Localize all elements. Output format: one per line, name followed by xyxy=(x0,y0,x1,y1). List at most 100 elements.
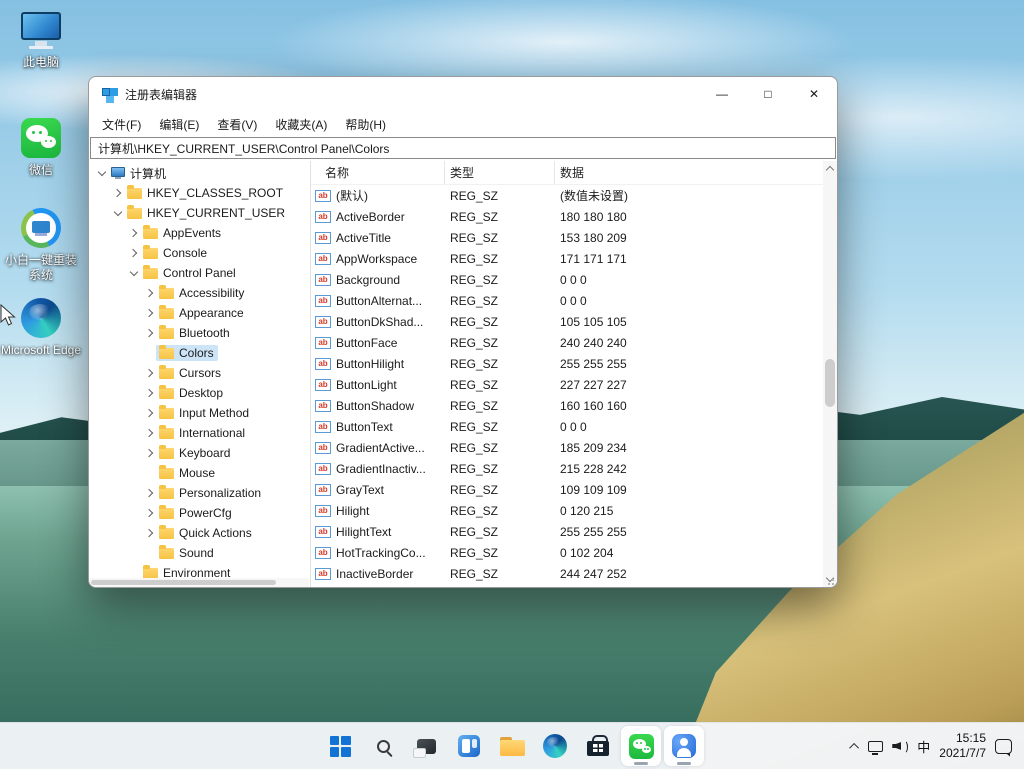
column-header-name[interactable]: 名称 xyxy=(311,161,445,184)
registry-value-row-gradientinactiv[interactable]: abGradientInactiv...REG_SZ215 228 242 xyxy=(311,458,823,479)
chevron-right-icon[interactable] xyxy=(111,190,124,196)
chevron-right-icon[interactable] xyxy=(143,390,156,396)
registry-value-row-hilight[interactable]: abHilightREG_SZ0 120 215 xyxy=(311,500,823,521)
registry-value-row-gradientactive[interactable]: abGradientActive...REG_SZ185 209 234 xyxy=(311,437,823,458)
chevron-right-icon[interactable] xyxy=(143,290,156,296)
title-bar[interactable]: 注册表编辑器 — □ ✕ xyxy=(89,77,837,111)
tree-item-hkey-current-user[interactable]: HKEY_CURRENT_USER xyxy=(89,203,310,223)
desktop-icon-label: 微信 xyxy=(0,163,82,178)
start-button[interactable] xyxy=(320,726,360,766)
tree-item-control-panel[interactable]: Control Panel xyxy=(89,263,310,283)
registry-value-row-background[interactable]: abBackgroundREG_SZ0 0 0 xyxy=(311,269,823,290)
chevron-right-icon[interactable] xyxy=(127,230,140,236)
chevron-down-icon[interactable] xyxy=(127,272,140,275)
registry-value-row-hottrackingco[interactable]: abHotTrackingCo...REG_SZ0 102 204 xyxy=(311,542,823,563)
registry-value-row-buttondkshad[interactable]: abButtonDkShad...REG_SZ105 105 105 xyxy=(311,311,823,332)
chevron-right-icon[interactable] xyxy=(143,490,156,496)
hidden-icons-chevron-icon[interactable] xyxy=(849,742,859,752)
chevron-down-icon[interactable] xyxy=(111,212,124,215)
tree-item-sound[interactable]: Sound xyxy=(89,543,310,563)
value-data: 240 240 240 xyxy=(555,336,823,350)
column-header-data[interactable]: 数据 xyxy=(555,161,823,184)
tree-item-hkey-classes-root[interactable]: HKEY_CLASSES_ROOT xyxy=(89,183,310,203)
resize-grip[interactable] xyxy=(824,575,834,585)
task-view-button[interactable] xyxy=(406,726,446,766)
vertical-scrollbar[interactable] xyxy=(823,161,837,587)
tree-item-node[interactable]: 计算机 xyxy=(89,163,310,183)
tree-item-appearance[interactable]: Appearance xyxy=(89,303,310,323)
volume-icon[interactable] xyxy=(892,739,908,753)
search-button[interactable] xyxy=(363,726,403,766)
notification-center-icon[interactable] xyxy=(995,739,1012,754)
wechat-button[interactable] xyxy=(621,726,661,766)
tree-item-appevents[interactable]: AppEvents xyxy=(89,223,310,243)
registry-value-row-activeborder[interactable]: abActiveBorderREG_SZ180 180 180 xyxy=(311,206,823,227)
tree-item-desktop[interactable]: Desktop xyxy=(89,383,310,403)
registry-value-row-node[interactable]: ab(默认)REG_SZ(数值未设置) xyxy=(311,185,823,206)
registry-value-row-buttonlight[interactable]: abButtonLightREG_SZ227 227 227 xyxy=(311,374,823,395)
network-icon[interactable] xyxy=(868,741,883,752)
store-button[interactable] xyxy=(578,726,618,766)
registry-value-row-appworkspace[interactable]: abAppWorkspaceREG_SZ171 171 171 xyxy=(311,248,823,269)
registry-value-row-hilighttext[interactable]: abHilightTextREG_SZ255 255 255 xyxy=(311,521,823,542)
ime-indicator[interactable]: 中 xyxy=(917,737,930,756)
tree-item-accessibility[interactable]: Accessibility xyxy=(89,283,310,303)
registry-value-row-buttonface[interactable]: abButtonFaceREG_SZ240 240 240 xyxy=(311,332,823,353)
tree-item-quick-actions[interactable]: Quick Actions xyxy=(89,523,310,543)
chevron-right-icon[interactable] xyxy=(143,370,156,376)
column-header-type[interactable]: 类型 xyxy=(445,161,555,184)
chevron-right-icon[interactable] xyxy=(143,450,156,456)
chevron-right-icon[interactable] xyxy=(143,310,156,316)
tree-item-international[interactable]: International xyxy=(89,423,310,443)
chevron-right-icon[interactable] xyxy=(127,250,140,256)
registry-value-row-inactiveborder[interactable]: abInactiveBorderREG_SZ244 247 252 xyxy=(311,563,823,584)
chevron-down-icon[interactable] xyxy=(95,172,108,175)
tree-item-input-method[interactable]: Input Method xyxy=(89,403,310,423)
registry-value-row-graytext[interactable]: abGrayTextREG_SZ109 109 109 xyxy=(311,479,823,500)
desktop-icon-xiaobai-reinstall[interactable]: 小白一键重装系统 xyxy=(0,206,82,283)
chevron-right-icon[interactable] xyxy=(143,510,156,516)
menu-item-v[interactable]: 查看(V) xyxy=(208,112,266,137)
menu-item-a[interactable]: 收藏夹(A) xyxy=(266,112,336,137)
chevron-right-icon[interactable] xyxy=(143,410,156,416)
chevron-right-icon[interactable] xyxy=(143,330,156,336)
registry-value-row-buttontext[interactable]: abButtonTextREG_SZ0 0 0 xyxy=(311,416,823,437)
file-explorer-button[interactable] xyxy=(492,726,532,766)
menu-item-f[interactable]: 文件(F) xyxy=(93,112,150,137)
widgets-button[interactable] xyxy=(449,726,489,766)
tree-item-keyboard[interactable]: Keyboard xyxy=(89,443,310,463)
value-type: REG_SZ xyxy=(445,273,555,287)
desktop-icon-this-pc[interactable]: 此电脑 xyxy=(0,8,82,70)
tree-item-cursors[interactable]: Cursors xyxy=(89,363,310,383)
clock[interactable]: 15:15 2021/7/7 xyxy=(939,731,986,761)
desktop-icon-wechat[interactable]: 微信 xyxy=(0,116,82,178)
folder-icon xyxy=(159,548,174,559)
registry-value-row-activetitle[interactable]: abActiveTitleREG_SZ153 180 209 xyxy=(311,227,823,248)
wecom-button[interactable] xyxy=(664,726,704,766)
tree-item-mouse[interactable]: Mouse xyxy=(89,463,310,483)
registry-value-row-buttonshadow[interactable]: abButtonShadowREG_SZ160 160 160 xyxy=(311,395,823,416)
scrollbar-thumb[interactable] xyxy=(91,580,276,585)
chevron-right-icon[interactable] xyxy=(143,430,156,436)
address-bar[interactable]: 计算机\HKEY_CURRENT_USER\Control Panel\Colo… xyxy=(90,137,836,159)
close-button[interactable]: ✕ xyxy=(791,77,837,111)
registry-value-row-buttonalternat[interactable]: abButtonAlternat...REG_SZ0 0 0 xyxy=(311,290,823,311)
tree-item-powercfg[interactable]: PowerCfg xyxy=(89,503,310,523)
horizontal-scrollbar[interactable] xyxy=(89,578,309,587)
tree-item-bluetooth[interactable]: Bluetooth xyxy=(89,323,310,343)
scroll-up-icon[interactable] xyxy=(826,166,834,174)
folder-icon xyxy=(143,568,158,579)
scrollbar-thumb[interactable] xyxy=(825,359,835,407)
tree-item-personalization[interactable]: Personalization xyxy=(89,483,310,503)
maximize-button[interactable]: □ xyxy=(745,77,791,111)
minimize-button[interactable]: — xyxy=(699,77,745,111)
tree-item-console[interactable]: Console xyxy=(89,243,310,263)
reg-sz-string-icon: ab xyxy=(315,358,331,370)
menu-item-h[interactable]: 帮助(H) xyxy=(336,112,395,137)
computer-icon xyxy=(111,167,125,177)
chevron-right-icon[interactable] xyxy=(143,530,156,536)
edge-button[interactable] xyxy=(535,726,575,766)
menu-item-e[interactable]: 编辑(E) xyxy=(150,112,208,137)
registry-value-row-buttonhilight[interactable]: abButtonHilightREG_SZ255 255 255 xyxy=(311,353,823,374)
tree-item-colors[interactable]: Colors xyxy=(89,343,310,363)
